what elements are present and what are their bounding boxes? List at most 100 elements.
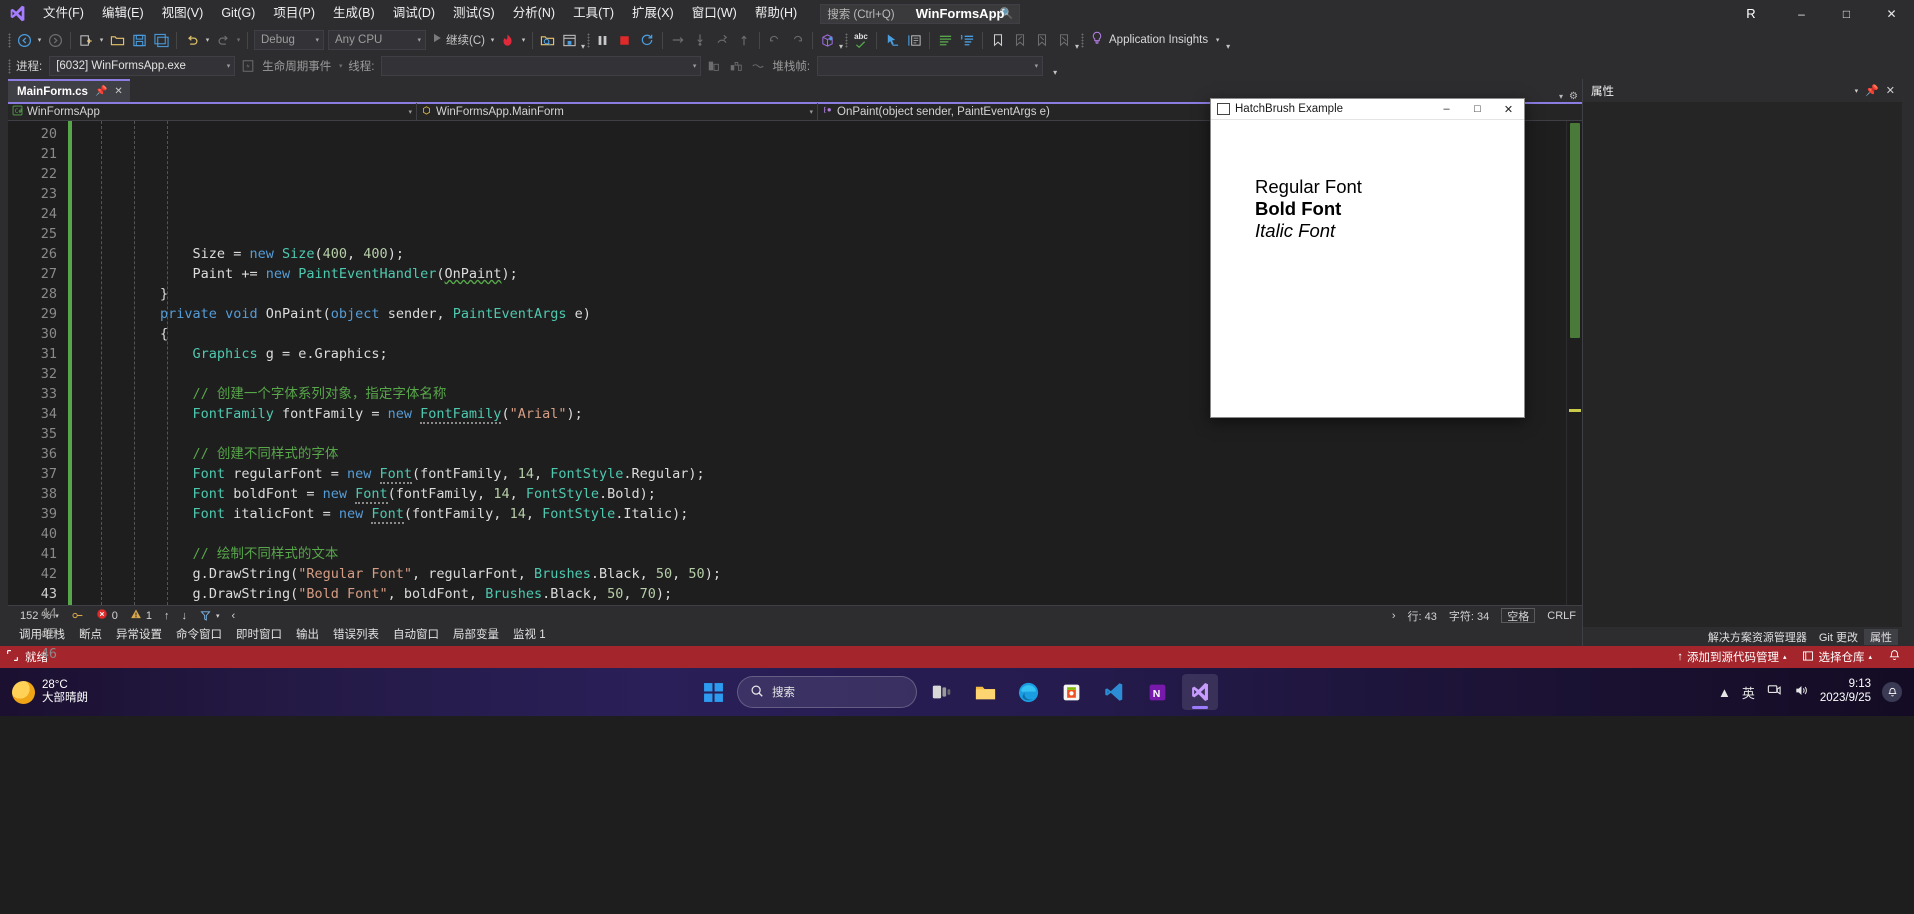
redo-icon[interactable] xyxy=(212,29,234,51)
network-icon[interactable] xyxy=(1766,683,1782,701)
bookmark-clear-icon[interactable] xyxy=(1053,29,1075,51)
intellicode-icon[interactable] xyxy=(817,29,839,51)
ime-indicator[interactable]: 英 xyxy=(1742,683,1755,702)
stack-frame-combo[interactable]: ▾ xyxy=(817,56,1044,76)
visual-studio-icon[interactable] xyxy=(1182,674,1218,710)
process-combo[interactable]: [6032] WinFormsApp.exe ▾ xyxy=(49,56,236,76)
tab-output[interactable]: 输出 xyxy=(289,625,326,646)
taskbar-search-box[interactable]: 搜索 xyxy=(737,676,917,708)
save-all-icon[interactable] xyxy=(150,29,172,51)
attach-to-process-icon[interactable] xyxy=(537,29,559,51)
navigate-back-caret-icon[interactable]: ▾ xyxy=(35,36,44,44)
menu-edit[interactable]: 编辑(E) xyxy=(93,0,153,27)
scroll-left-button[interactable]: ‹ xyxy=(225,606,241,626)
step-out-icon[interactable] xyxy=(711,29,733,51)
toolbar-overflow-icon[interactable]: ▾ xyxy=(1226,42,1230,51)
vertical-scrollbar[interactable] xyxy=(1566,121,1582,605)
uncomment-icon[interactable] xyxy=(956,29,978,51)
code-line[interactable]: g.DrawString("Bold Font", boldFont, Brus… xyxy=(81,584,1566,604)
edge-icon[interactable] xyxy=(1010,674,1046,710)
menu-analyze[interactable]: 分析(N) xyxy=(504,0,564,27)
menu-tools[interactable]: 工具(T) xyxy=(564,0,623,27)
code-line[interactable]: // 创建不同样式的字体 xyxy=(81,444,1566,464)
navigate-forward-icon[interactable] xyxy=(44,29,66,51)
redo-caret-icon[interactable]: ▾ xyxy=(234,36,243,44)
toolbar-grip[interactable] xyxy=(6,31,13,49)
line-ending-mode[interactable]: CRLF xyxy=(1541,606,1582,626)
add-to-source-control-button[interactable]: ↑ 添加到源代码管理 ▴ xyxy=(1670,646,1793,668)
windows-start-icon[interactable] xyxy=(696,675,730,709)
close-icon[interactable]: ✕ xyxy=(1886,84,1895,97)
winforms-app-window[interactable]: HatchBrush Example – □ ✕ Regular Font Bo… xyxy=(1210,98,1525,418)
window-layout-icon[interactable] xyxy=(559,29,581,51)
restart-icon[interactable] xyxy=(636,29,658,51)
winforms-minimize-button[interactable]: – xyxy=(1431,99,1462,120)
continue-button[interactable]: 继续(C) xyxy=(428,29,488,51)
code-line[interactable]: // 绘制不同样式的文本 xyxy=(81,544,1566,564)
tab-autos[interactable]: 自动窗口 xyxy=(386,625,446,646)
onenote-icon[interactable]: N xyxy=(1139,674,1175,710)
code-line[interactable]: Font italicFont = new Font(fontFamily, 1… xyxy=(81,504,1566,524)
thread-combo[interactable]: ▾ xyxy=(381,56,702,76)
stack-frame-alt-icon[interactable] xyxy=(725,55,747,77)
menu-test[interactable]: 测试(S) xyxy=(444,0,504,27)
application-insights-button[interactable]: Application Insights ▾ xyxy=(1086,29,1226,51)
tab-breakpoints[interactable]: 断点 xyxy=(72,625,109,646)
minimize-button[interactable]: – xyxy=(1779,0,1824,27)
pause-icon[interactable] xyxy=(592,29,614,51)
step-into-icon[interactable] xyxy=(689,29,711,51)
volume-icon[interactable] xyxy=(1793,683,1809,701)
chevron-down-icon[interactable]: ▾ xyxy=(1855,87,1859,95)
warning-count[interactable]: 1 xyxy=(124,606,158,626)
tab-locals[interactable]: 局部变量 xyxy=(446,625,506,646)
navigate-back-icon[interactable] xyxy=(13,29,35,51)
toolbar-grip[interactable] xyxy=(843,31,850,49)
tab-immediate-window[interactable]: 即时窗口 xyxy=(229,625,289,646)
taskbar-weather-widget[interactable]: 28°C 大部晴朗 xyxy=(0,679,88,705)
pointer-select-icon[interactable] xyxy=(881,29,903,51)
code-line[interactable]: Font boldFont = new Font(fontFamily, 14,… xyxy=(81,484,1566,504)
dock-tab-solution-explorer[interactable]: 解决方案资源管理器 xyxy=(1702,629,1813,645)
toolbar-grip[interactable] xyxy=(6,57,13,75)
code-line[interactable] xyxy=(81,424,1566,444)
new-project-icon[interactable] xyxy=(75,29,97,51)
properties-body[interactable] xyxy=(1583,102,1902,627)
menu-extensions[interactable]: 扩展(X) xyxy=(623,0,683,27)
indentation-mode[interactable]: 空格 xyxy=(1495,606,1541,626)
breadcrumb-project[interactable]: C# WinFormsApp ▾ xyxy=(8,103,416,122)
menu-view[interactable]: 视图(V) xyxy=(153,0,213,27)
continue-caret-icon[interactable]: ▾ xyxy=(488,36,497,44)
next-issue-button[interactable]: ↓ xyxy=(175,606,193,626)
winforms-maximize-button[interactable]: □ xyxy=(1462,99,1493,120)
bookmark-next-icon[interactable] xyxy=(1031,29,1053,51)
vscode-icon[interactable] xyxy=(1096,674,1132,710)
step-over-icon[interactable] xyxy=(667,29,689,51)
glyph-margin[interactable] xyxy=(63,121,81,605)
lifecycle-events-icon[interactable] xyxy=(237,55,259,77)
menu-project[interactable]: 项目(P) xyxy=(264,0,324,27)
maximize-button[interactable]: □ xyxy=(1824,0,1869,27)
menu-window[interactable]: 窗口(W) xyxy=(683,0,746,27)
dock-tab-properties[interactable]: 属性 xyxy=(1864,628,1898,645)
code-line[interactable]: g.DrawString("Regular Font", regularFont… xyxy=(81,564,1566,584)
redo-nav-icon[interactable] xyxy=(786,29,808,51)
prev-issue-button[interactable]: ↑ xyxy=(158,606,176,626)
stack-frame-icon[interactable] xyxy=(703,55,725,77)
document-tab-mainform-cs[interactable]: MainForm.cs 📌 ✕ xyxy=(8,79,130,102)
tab-settings-gear-icon[interactable]: ⚙ xyxy=(1569,91,1578,102)
dock-tab-git-changes[interactable]: Git 更改 xyxy=(1813,629,1864,645)
hot-reload-flame-icon[interactable] xyxy=(497,29,519,51)
solution-platform-combo[interactable]: Any CPU ▾ xyxy=(328,30,426,50)
snippet-icon[interactable] xyxy=(65,606,90,626)
toolbar-grip[interactable] xyxy=(1079,31,1086,49)
stack-frame-link-icon[interactable] xyxy=(747,55,769,77)
tab-watch-1[interactable]: 监视 1 xyxy=(506,625,553,646)
undo-caret-icon[interactable]: ▾ xyxy=(203,36,212,44)
undo-icon[interactable] xyxy=(181,29,203,51)
winforms-title-bar[interactable]: HatchBrush Example – □ ✕ xyxy=(1211,99,1524,120)
tab-exception-settings[interactable]: 异常设置 xyxy=(109,625,169,646)
menu-file[interactable]: 文件(F) xyxy=(34,0,93,27)
toolbar-grip[interactable] xyxy=(585,31,592,49)
bell-icon[interactable] xyxy=(1882,682,1902,702)
debug-toolbar-overflow-icon[interactable]: ▾ xyxy=(1053,68,1057,77)
